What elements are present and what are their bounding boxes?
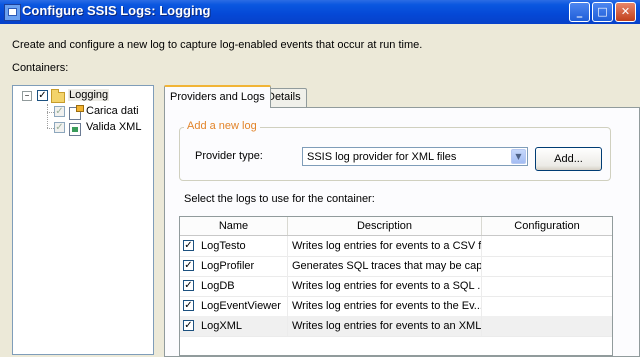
- row-checkbox[interactable]: ✓: [183, 240, 194, 251]
- containers-tree[interactable]: − ✓ Logging ✓ Carica dati ✓ Valida XML: [12, 85, 154, 355]
- log-name: LogEventViewer: [201, 300, 281, 312]
- add-button[interactable]: Add...: [535, 147, 602, 171]
- maximize-button[interactable]: □: [592, 2, 613, 22]
- tree-node-label[interactable]: Logging: [68, 89, 110, 101]
- tree-node-valida-xml[interactable]: ✓ Valida XML: [13, 120, 153, 136]
- log-configuration[interactable]: [482, 316, 612, 336]
- tree-node-label[interactable]: Valida XML: [86, 121, 141, 133]
- row-checkbox[interactable]: ✓: [183, 320, 194, 331]
- log-description: Writes log entries for events to a CSV f…: [288, 236, 482, 256]
- provider-type-value: SSIS log provider for XML files: [307, 151, 457, 163]
- row-checkbox[interactable]: ✓: [183, 300, 194, 311]
- tree-node-label[interactable]: Carica dati: [86, 105, 139, 117]
- app-icon: [4, 4, 21, 21]
- log-configuration[interactable]: [482, 236, 612, 256]
- close-button[interactable]: ✕: [615, 2, 636, 22]
- column-header-description[interactable]: Description: [288, 217, 482, 235]
- log-description: Generates SQL traces that may be cap...: [288, 256, 482, 276]
- provider-type-dropdown[interactable]: SSIS log provider for XML files ▼: [302, 147, 528, 166]
- chevron-down-icon[interactable]: ▼: [511, 149, 526, 164]
- tree-node-logging[interactable]: − ✓ Logging: [13, 88, 153, 104]
- log-configuration[interactable]: [482, 276, 612, 296]
- table-row[interactable]: ✓ LogEventViewer Writes log entries for …: [180, 296, 612, 317]
- log-configuration[interactable]: [482, 296, 612, 316]
- logging-checkbox[interactable]: ✓: [37, 90, 48, 101]
- log-description: Writes log entries for events to an XML.…: [288, 316, 482, 336]
- collapse-icon[interactable]: −: [22, 91, 32, 101]
- provider-type-label: Provider type:: [195, 150, 263, 162]
- column-header-name[interactable]: Name: [180, 217, 288, 235]
- window-title: Configure SSIS Logs: Logging: [22, 3, 211, 18]
- description-text: Create and configure a new log to captur…: [12, 39, 423, 51]
- folder-icon: [51, 89, 65, 103]
- tree-node-carica-dati[interactable]: ✓ Carica dati: [13, 104, 153, 120]
- table-row[interactable]: ✓ LogTesto Writes log entries for events…: [180, 236, 612, 257]
- minimize-button[interactable]: _: [569, 2, 590, 22]
- valida-xml-checkbox[interactable]: ✓: [54, 122, 65, 133]
- log-configuration[interactable]: [482, 256, 612, 276]
- log-description: Writes log entries for events to a SQL .…: [288, 276, 482, 296]
- row-checkbox[interactable]: ✓: [183, 280, 194, 291]
- log-name: LogXML: [201, 320, 242, 332]
- table-row[interactable]: ✓ LogDB Writes log entries for events to…: [180, 276, 612, 297]
- grid-header: Name Description Configuration: [180, 217, 612, 236]
- log-description: Writes log entries for events to the Ev.…: [288, 296, 482, 316]
- log-name: LogProfiler: [201, 260, 255, 272]
- tab-providers-and-logs[interactable]: Providers and Logs: [164, 85, 271, 108]
- data-flow-task-icon: [69, 105, 84, 120]
- table-row[interactable]: ✓ LogProfiler Generates SQL traces that …: [180, 256, 612, 277]
- log-name: LogTesto: [201, 240, 246, 252]
- row-checkbox[interactable]: ✓: [183, 260, 194, 271]
- title-bar: Configure SSIS Logs: Logging _ □ ✕: [0, 0, 640, 24]
- carica-dati-checkbox[interactable]: ✓: [54, 106, 65, 117]
- select-logs-label: Select the logs to use for the container…: [184, 193, 375, 205]
- column-header-configuration[interactable]: Configuration: [482, 217, 612, 235]
- table-row[interactable]: ✓ LogXML Writes log entries for events t…: [180, 316, 612, 337]
- containers-label: Containers:: [12, 62, 69, 74]
- group-title: Add a new log: [184, 120, 260, 132]
- script-task-icon: [69, 123, 81, 136]
- log-name: LogDB: [201, 280, 235, 292]
- logs-grid[interactable]: Name Description Configuration ✓ LogTest…: [179, 216, 613, 356]
